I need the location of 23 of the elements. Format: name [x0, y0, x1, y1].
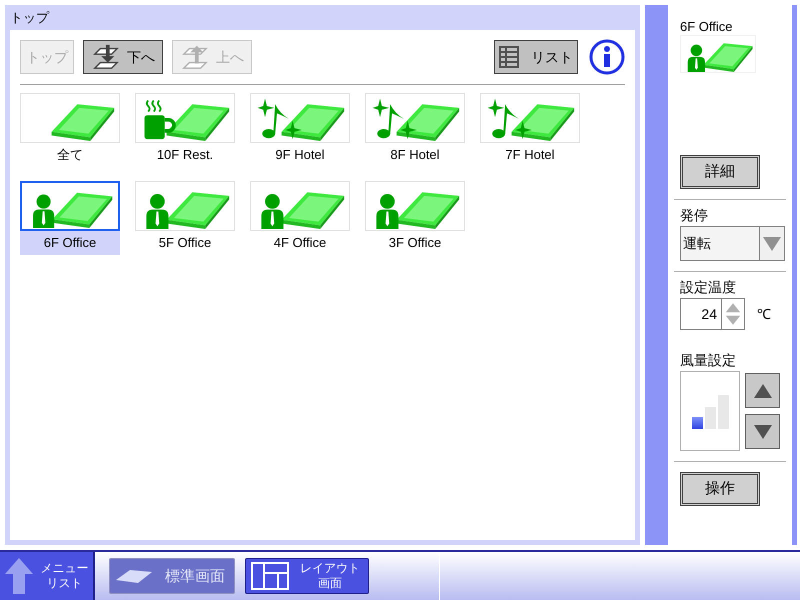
menu-list-button[interactable]: メニュー リスト [0, 552, 95, 600]
panel-title: トップ [10, 8, 50, 27]
run-dropdown[interactable]: 運転 [680, 226, 785, 261]
temperature-label: 設定温度 [680, 278, 737, 297]
info-icon[interactable] [589, 39, 625, 75]
list-button[interactable]: リスト [494, 40, 578, 74]
operate-button[interactable]: 操作 [680, 472, 760, 506]
run-label: 発停 [680, 206, 709, 225]
up-arrow-icon [180, 43, 208, 71]
fan-up-button[interactable] [745, 373, 780, 408]
layout-screen-button[interactable]: レイアウト 画面 [245, 558, 369, 594]
fan-label: 風量設定 [680, 351, 737, 370]
spin-arrows-icon [724, 301, 742, 327]
details-button[interactable]: 詳細 [680, 155, 760, 189]
list-icon [499, 46, 519, 68]
temperature-spinner[interactable]: 24 [680, 298, 745, 330]
up-arrow-icon [4, 556, 34, 596]
temperature-unit: ℃ [757, 304, 771, 324]
selected-floor-title: 6F Office [680, 18, 734, 35]
down-button[interactable]: 下へ [83, 40, 163, 74]
layout-icon [250, 561, 290, 591]
fan-down-button[interactable] [745, 414, 780, 449]
down-arrow-icon [91, 43, 119, 71]
